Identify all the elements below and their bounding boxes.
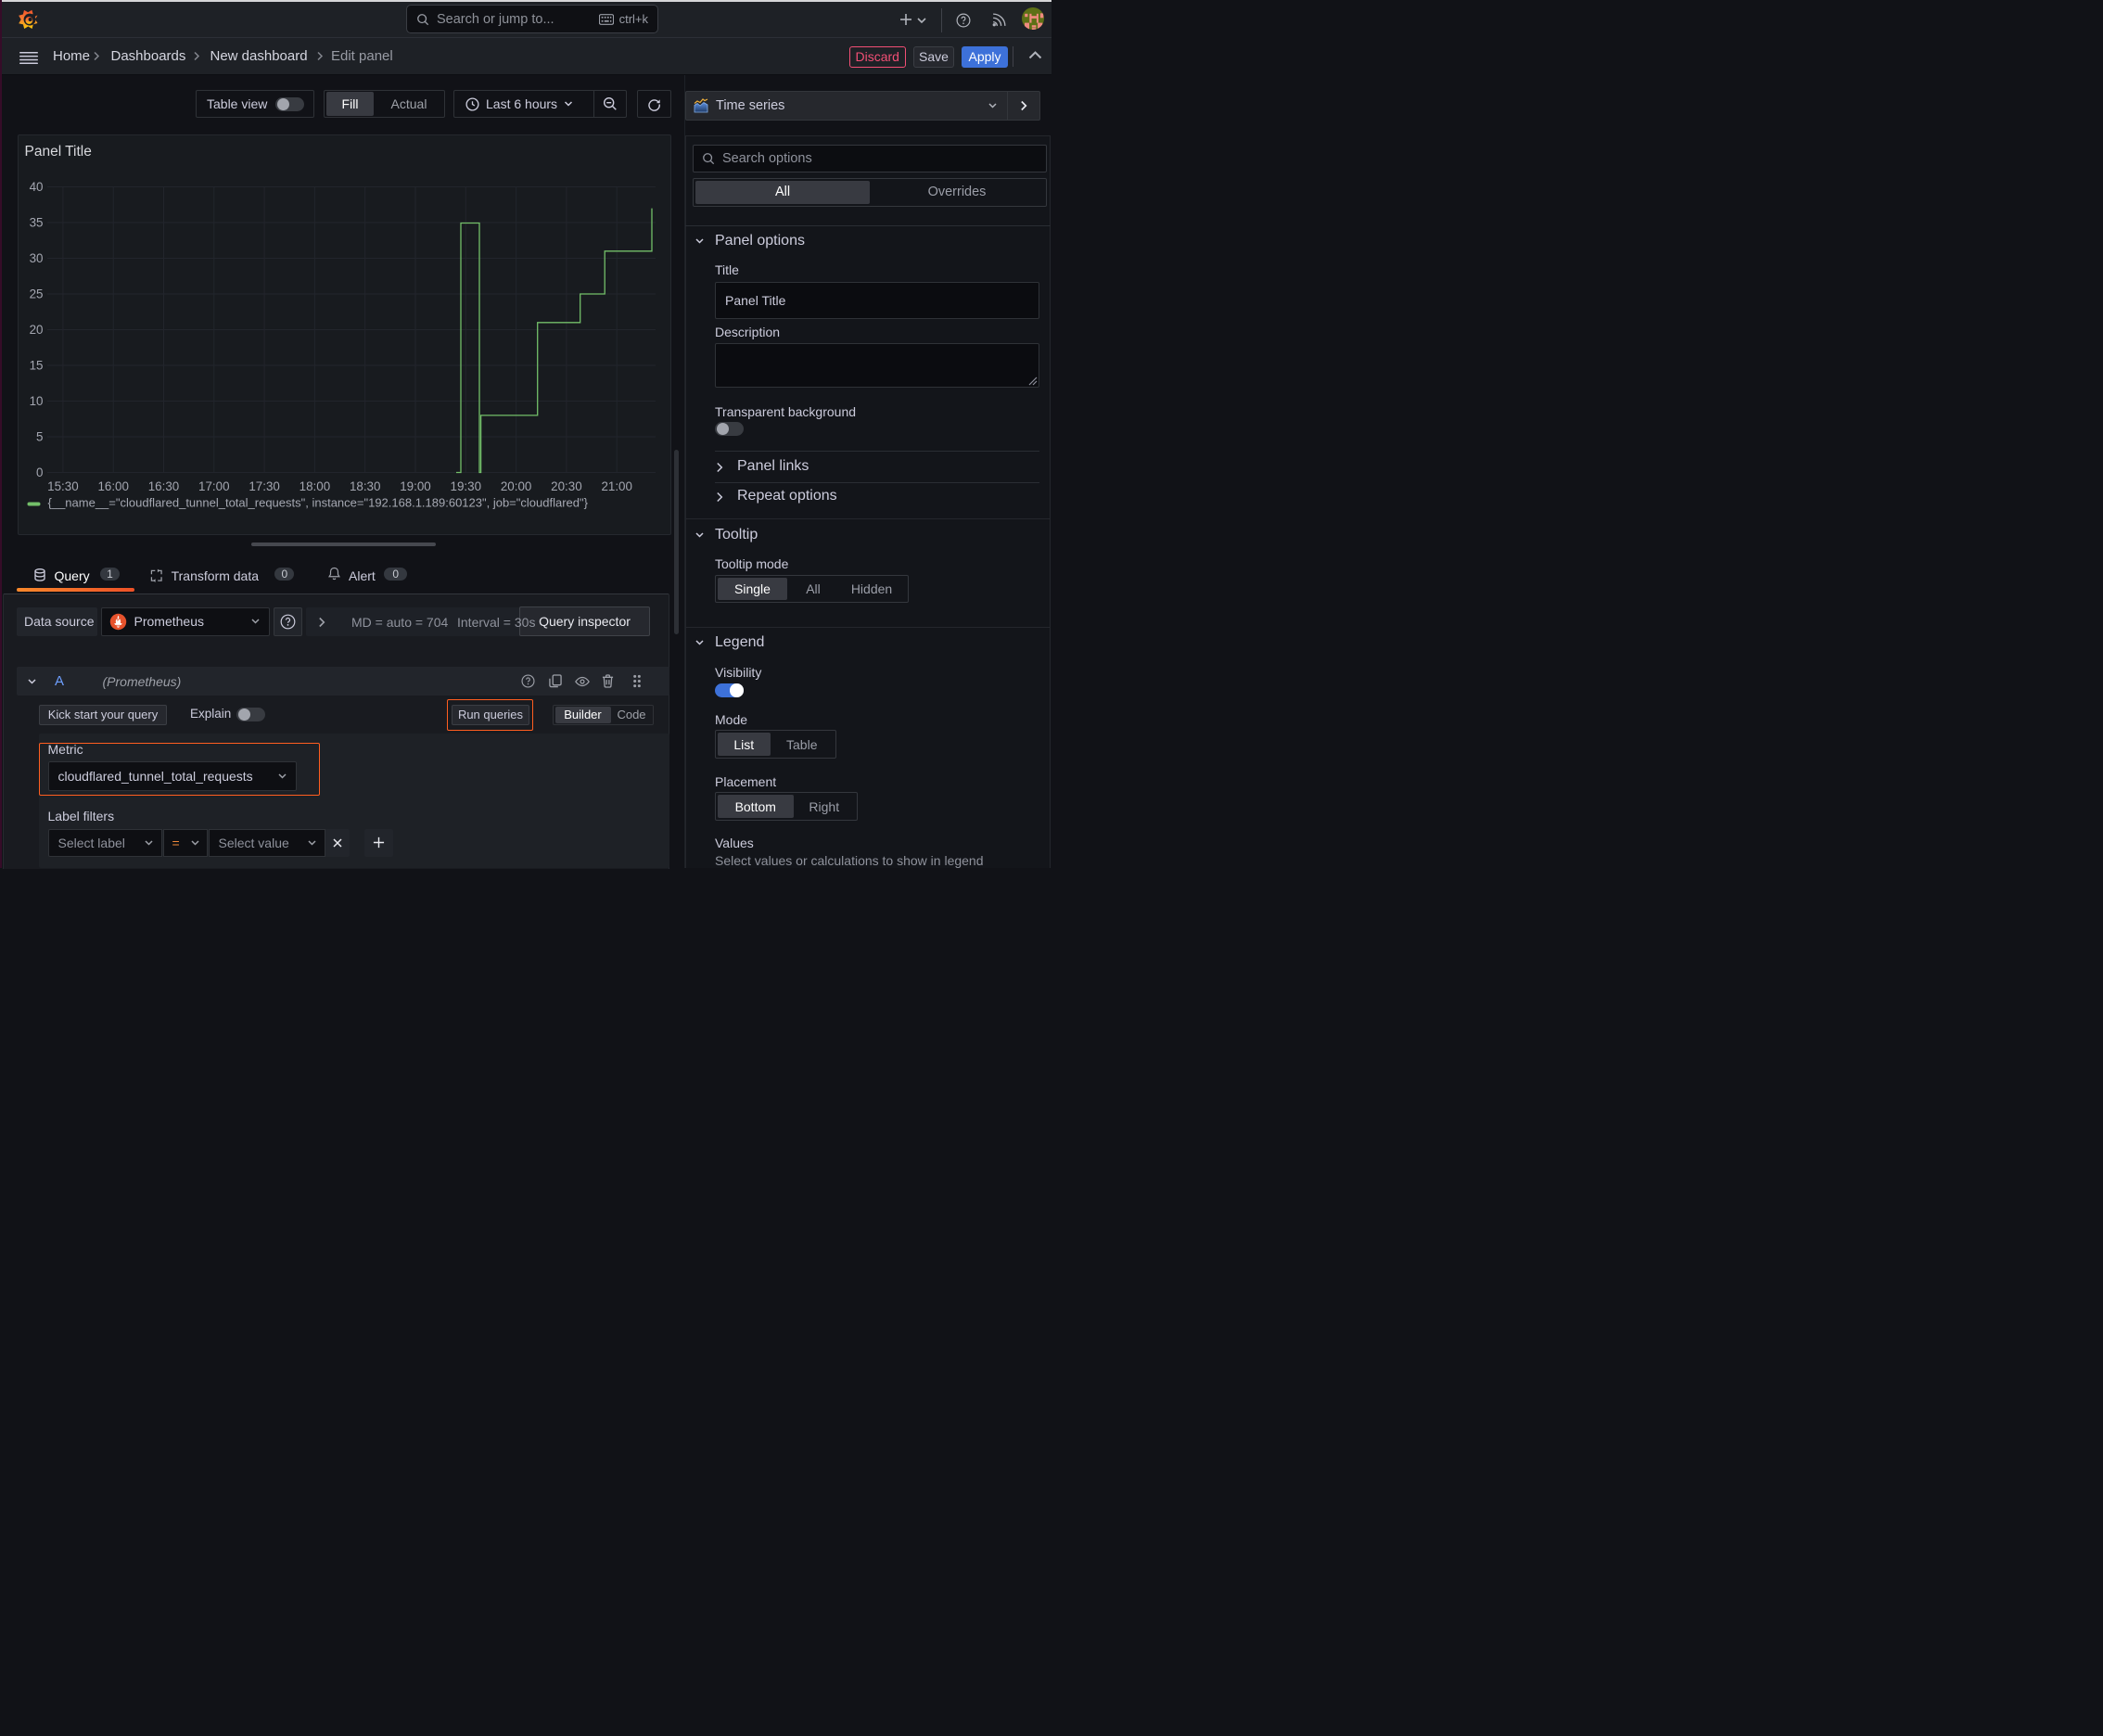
svg-text:16:00: 16:00: [97, 479, 129, 493]
svg-text:19:30: 19:30: [451, 479, 482, 493]
svg-text:17:30: 17:30: [249, 479, 280, 493]
svg-text:10: 10: [30, 394, 44, 408]
svg-text:15: 15: [30, 358, 44, 372]
svg-text:18:30: 18:30: [350, 479, 381, 493]
svg-text:15:30: 15:30: [47, 479, 79, 493]
svg-text:30: 30: [30, 251, 44, 265]
svg-text:17:00: 17:00: [198, 479, 230, 493]
svg-text:18:00: 18:00: [300, 479, 331, 493]
svg-text:20: 20: [30, 323, 44, 337]
svg-text:20:00: 20:00: [501, 479, 532, 493]
svg-text:35: 35: [30, 215, 44, 229]
svg-text:16:30: 16:30: [148, 479, 180, 493]
svg-text:{__name__="cloudflared_tunnel_: {__name__="cloudflared_tunnel_total_requ…: [48, 495, 589, 509]
svg-text:20:30: 20:30: [551, 479, 582, 493]
svg-text:0: 0: [36, 466, 43, 479]
svg-text:40: 40: [30, 180, 44, 194]
svg-text:21:00: 21:00: [601, 479, 632, 493]
svg-text:19:00: 19:00: [400, 479, 431, 493]
svg-text:5: 5: [36, 429, 43, 443]
svg-text:25: 25: [30, 287, 44, 300]
